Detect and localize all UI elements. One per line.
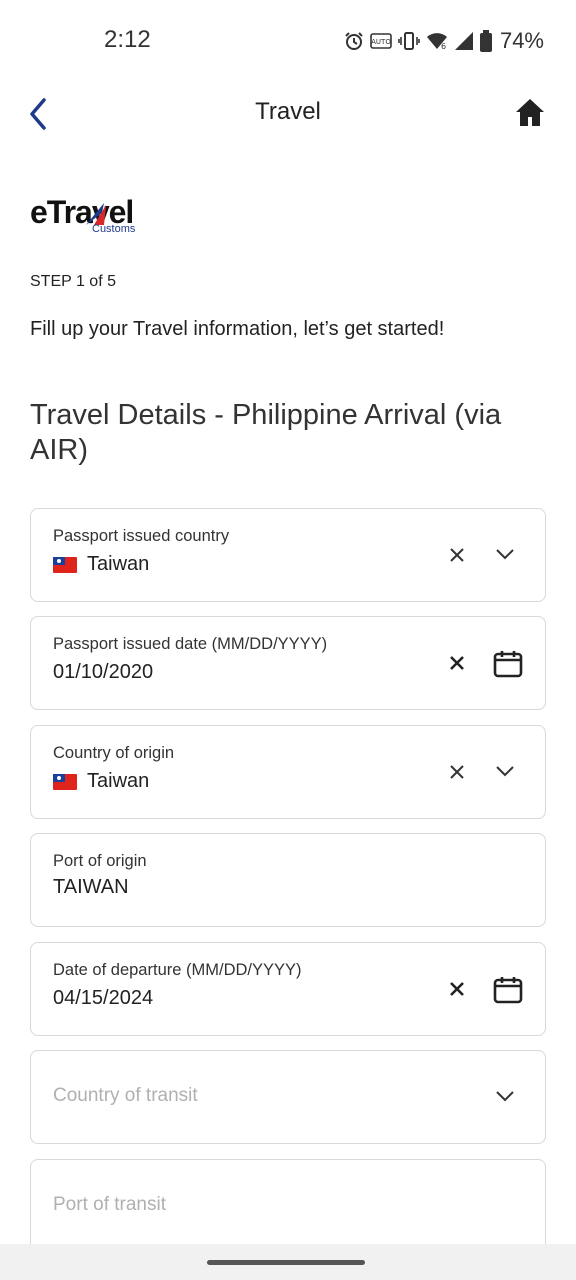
calendar-icon[interactable] — [493, 649, 523, 679]
home-button[interactable] — [514, 96, 546, 130]
field-label: Passport issued country — [53, 527, 230, 545]
clear-icon[interactable] — [447, 545, 467, 565]
field-label: Country of origin — [53, 744, 175, 762]
field-placeholder: Port of transit — [53, 1194, 166, 1215]
home-icon — [516, 99, 544, 126]
logo-subtitle: Customs — [92, 223, 136, 235]
field-placeholder: Country of transit — [53, 1085, 198, 1106]
signal-icon — [454, 31, 474, 51]
wifi-icon: 6 — [426, 31, 448, 51]
calendar-icon[interactable] — [493, 975, 523, 1005]
field-value: 04/15/2024 — [53, 987, 154, 1009]
etravel-logo: eTravel Customs — [30, 196, 170, 240]
chevron-down-icon[interactable] — [495, 547, 515, 561]
app-bar: Travel — [0, 84, 576, 142]
port-of-origin-field[interactable]: Port of origin TAIWAN — [30, 833, 546, 927]
section-title: Travel Details - Philippine Arrival (via… — [30, 399, 502, 466]
svg-text:AUTO: AUTO — [371, 38, 391, 46]
passport-issued-country-field[interactable]: Passport issued country Taiwan — [30, 508, 546, 602]
taiwan-flag-icon — [53, 773, 77, 790]
alarm-icon — [344, 31, 364, 51]
passport-issued-date-field[interactable]: Passport issued date (MM/DD/YYYY) 01/10/… — [30, 616, 546, 710]
date-of-departure-field[interactable]: Date of departure (MM/DD/YYYY) 04/15/202… — [30, 942, 546, 1036]
field-label: Date of departure (MM/DD/YYYY) — [53, 961, 302, 979]
status-bar: 2:12 AUTO 6 74% — [0, 0, 576, 84]
vibrate-icon — [398, 31, 420, 51]
system-navigation-bar — [0, 1244, 576, 1280]
field-value: Taiwan — [53, 553, 149, 576]
chevron-down-icon[interactable] — [495, 1089, 515, 1103]
battery-icon — [479, 30, 492, 52]
intro-text: Fill up your Travel information, let’s g… — [30, 318, 445, 340]
auto-brightness-icon: AUTO — [370, 31, 392, 51]
taiwan-flag-icon — [53, 556, 77, 573]
field-value: Taiwan — [53, 770, 149, 793]
page-title: Travel — [255, 98, 321, 125]
country-of-origin-field[interactable]: Country of origin Taiwan — [30, 725, 546, 819]
clear-icon[interactable] — [447, 762, 467, 782]
field-label: Port of origin — [53, 852, 147, 870]
field-label: Passport issued date (MM/DD/YYYY) — [53, 635, 328, 653]
country-of-transit-field[interactable]: Country of transit — [30, 1050, 546, 1144]
gesture-handle[interactable] — [207, 1260, 365, 1265]
battery-percent: 74% — [499, 28, 544, 53]
status-icons: AUTO 6 74% — [344, 28, 544, 54]
clear-icon[interactable] — [447, 979, 467, 999]
field-value: TAIWAN — [53, 876, 129, 898]
svg-text:6: 6 — [441, 42, 446, 51]
clear-icon[interactable] — [447, 653, 467, 673]
chevron-down-icon[interactable] — [495, 764, 515, 778]
port-of-transit-field[interactable]: Port of transit — [30, 1159, 546, 1253]
field-value: 01/10/2020 — [53, 661, 154, 683]
step-indicator: STEP 1 of 5 — [30, 273, 116, 290]
status-time: 2:12 — [104, 26, 151, 53]
